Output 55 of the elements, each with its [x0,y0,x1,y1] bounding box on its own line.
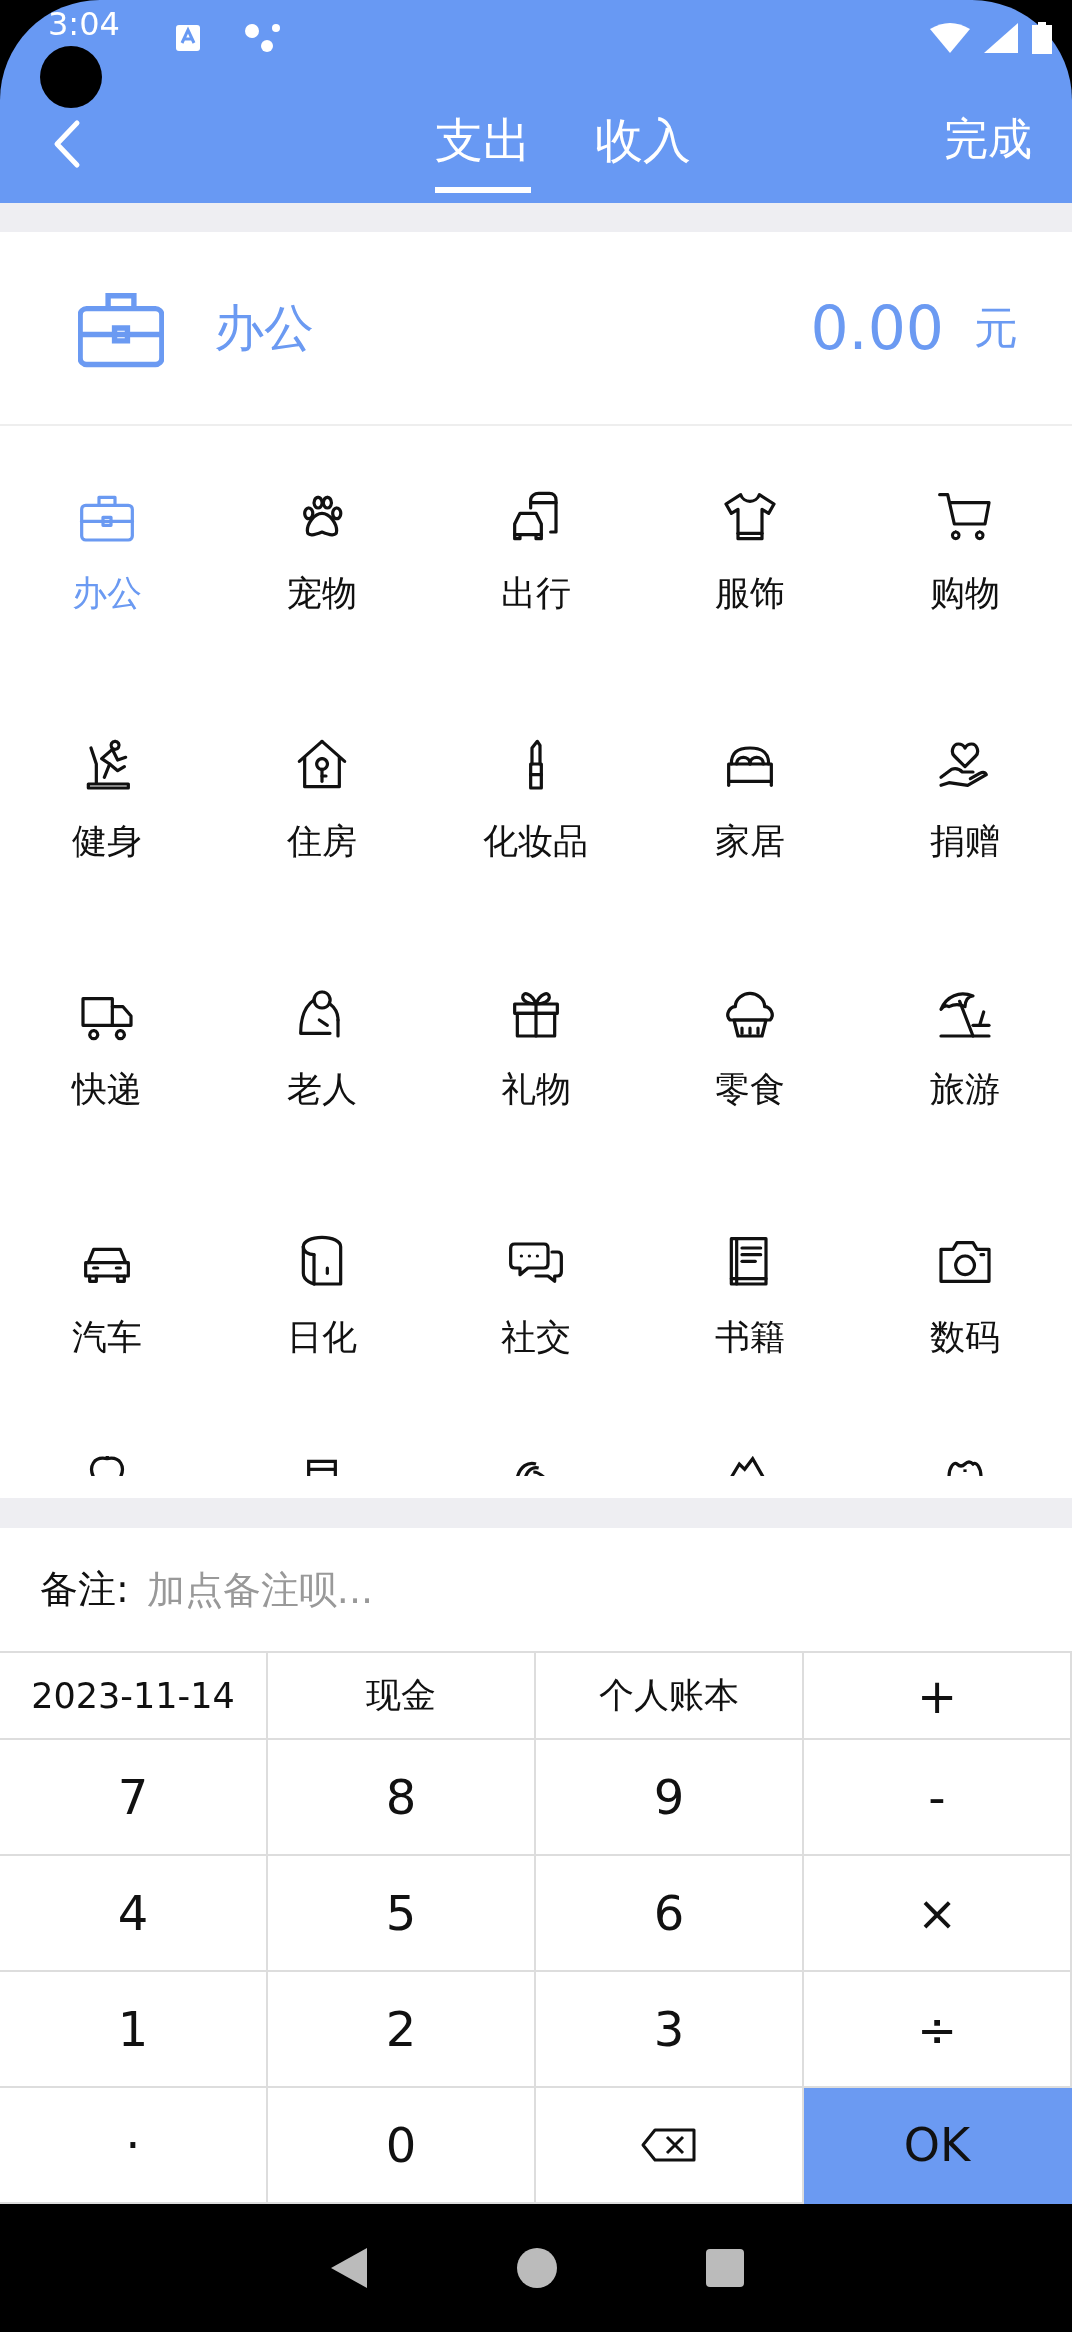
backspace-icon [641,2127,697,2163]
category-item[interactable]: 书籍 [643,1170,858,1418]
category-item[interactable]: 捐赠 [857,674,1072,922]
category-item[interactable]: 礼物 [428,922,644,1170]
category-item[interactable]: 数码 [857,1170,1072,1418]
font-icon [175,24,200,51]
keypad-key[interactable]: + [804,1653,1072,1740]
keypad-key[interactable]: - [804,1740,1072,1856]
note-label: 备注: [40,1566,129,1613]
signal-icon [984,22,1018,53]
category-item[interactable]: 购物 [857,426,1072,674]
home-nav-icon[interactable] [517,2248,557,2288]
ok-button[interactable]: OK [804,2088,1072,2204]
keypad-key[interactable]: 1 [0,1972,268,2088]
category-item[interactable]: 服饰 [643,426,858,674]
category-item[interactable]: 家居 [643,674,858,922]
category-item[interactable]: 旅游 [857,922,1072,1170]
category-item[interactable]: 化妆品 [428,674,644,922]
keypad-key[interactable]: 2 [268,1972,536,2088]
option-button[interactable]: 2023-11-14 [0,1653,268,1740]
keypad-key[interactable]: 0 [268,2088,536,2204]
keypad-key[interactable]: · [0,2088,268,2204]
category-item[interactable]: 快递 [0,922,215,1170]
keypad-key[interactable]: × [804,1856,1072,1972]
category-item[interactable]: 住房 [214,674,429,922]
keypad-key[interactable]: 6 [536,1856,804,1972]
battery-icon [1032,21,1052,54]
wifi-icon [930,22,970,53]
category-item[interactable]: 出行 [428,426,644,674]
currency-unit: 元 [974,300,1018,355]
keypad-key[interactable]: 7 [0,1740,268,1856]
keypad-key[interactable]: 5 [268,1856,536,1972]
note-bar[interactable]: 备注: 加点备注呗... [0,1528,1072,1653]
category-item[interactable]: 汽车 [0,1170,215,1418]
keypad-key[interactable]: 3 [536,1972,804,2088]
category-item[interactable]: 社交 [428,1170,644,1418]
status-time: 3:04 [48,6,120,42]
backspace-button[interactable] [536,2088,804,2204]
category-item[interactable]: 宠物 [214,426,429,674]
keypad-key[interactable]: 4 [0,1856,268,1972]
category-item[interactable]: 健身 [0,674,215,922]
note-field[interactable]: 加点备注呗... [144,1566,1032,1613]
option-button[interactable]: 现金 [268,1653,536,1740]
option-button[interactable]: 个人账本 [536,1653,804,1740]
keypad-key[interactable]: ÷ [804,1972,1072,2088]
dots-icon [243,22,282,53]
keypad-key[interactable]: 9 [536,1740,804,1856]
keypad-key[interactable]: 8 [268,1740,536,1856]
recents-nav-icon[interactable] [705,2249,744,2287]
back-icon[interactable] [52,119,82,169]
category-item[interactable]: 老人 [214,922,429,1170]
category-item[interactable]: 零食 [643,922,858,1170]
category-item[interactable]: 日化 [214,1170,429,1418]
amount-value: 0.00 [810,293,944,363]
category-name: 办公 [214,297,314,359]
